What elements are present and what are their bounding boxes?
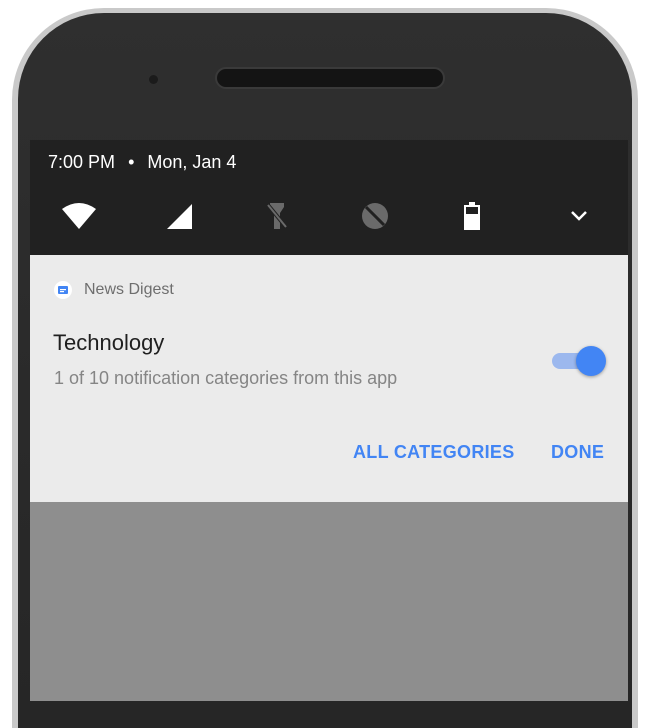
channel-title: Technology	[53, 330, 165, 355]
rotation-lock-icon[interactable]	[357, 198, 393, 234]
notification-header: News Digest	[54, 281, 174, 299]
toggle-thumb	[576, 346, 606, 376]
channel-subtitle: 1 of 10 notification categories from thi…	[54, 368, 398, 388]
flashlight-off-icon[interactable]	[259, 198, 295, 234]
front-camera	[149, 75, 158, 84]
earpiece-speaker	[215, 67, 445, 89]
done-button[interactable]: DONE	[551, 442, 604, 463]
app-name: News Digest	[84, 281, 174, 298]
quick-settings-panel: 7:00 PM • Mon, Jan 4	[30, 140, 628, 255]
all-categories-button[interactable]: ALL CATEGORIES	[353, 442, 515, 463]
status-datetime: 7:00 PM • Mon, Jan 4	[48, 152, 236, 173]
status-time: 7:00 PM	[48, 152, 116, 172]
chevron-down-icon[interactable]	[561, 198, 597, 234]
news-app-icon	[54, 281, 72, 299]
cell-signal-icon[interactable]	[161, 198, 197, 234]
wifi-icon[interactable]	[61, 198, 97, 234]
status-separator: •	[128, 152, 135, 172]
notification-card: News Digest Technology 1 of 10 notificat…	[30, 255, 628, 502]
channel-toggle[interactable]	[550, 345, 606, 376]
status-date: Mon, Jan 4	[147, 152, 237, 172]
battery-icon[interactable]	[454, 198, 490, 234]
screen: 7:00 PM • Mon, Jan 4 News Digest Technol…	[30, 140, 628, 701]
